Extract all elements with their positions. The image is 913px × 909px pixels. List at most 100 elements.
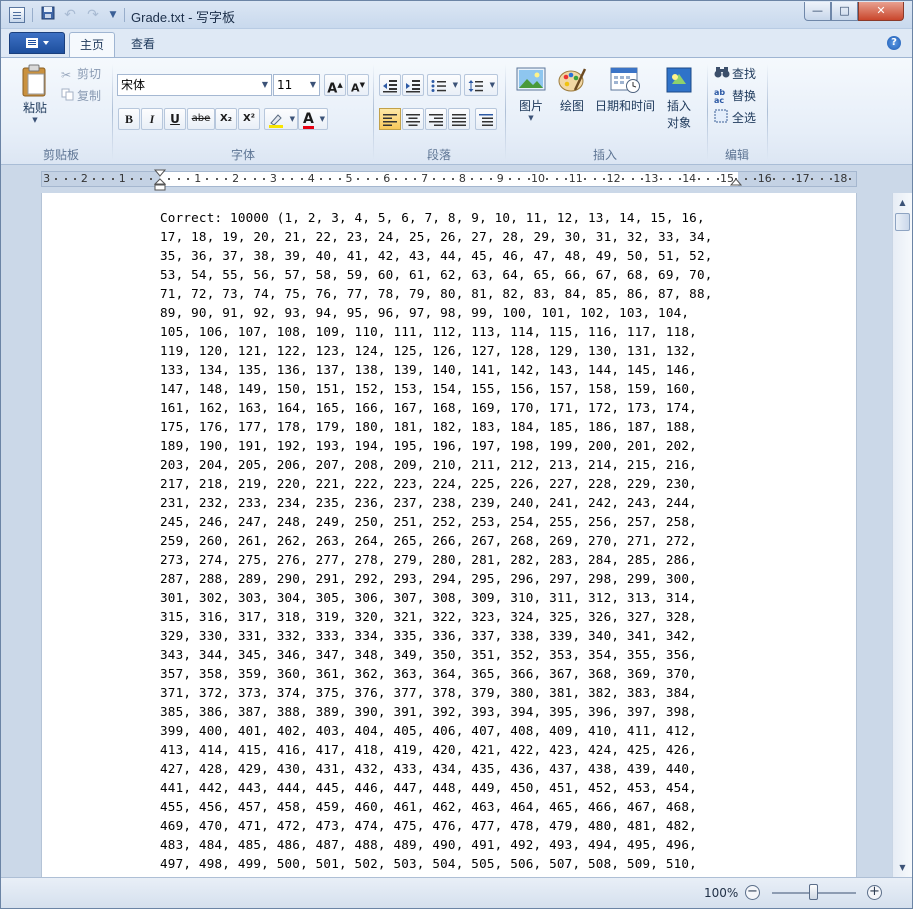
text-line[interactable]: 371, 372, 373, 374, 375, 376, 377, 378, … — [160, 683, 713, 702]
increase-indent-button[interactable] — [402, 74, 424, 96]
text-line[interactable]: 287, 288, 289, 290, 291, 292, 293, 294, … — [160, 569, 713, 588]
text-color-button[interactable]: A ▼ — [298, 108, 328, 130]
text-line[interactable]: 119, 120, 121, 122, 123, 124, 125, 126, … — [160, 341, 713, 360]
text-line[interactable]: 399, 400, 401, 402, 403, 404, 405, 406, … — [160, 721, 713, 740]
text-line[interactable]: 427, 428, 429, 430, 431, 432, 433, 434, … — [160, 759, 713, 778]
application-menu-button[interactable] — [9, 32, 65, 54]
paste-button[interactable]: 粘贴 ▼ — [17, 64, 53, 124]
ruler-tick — [130, 178, 133, 180]
cut-button[interactable]: ✂ 剪切 — [61, 64, 101, 84]
underline-button[interactable]: U — [164, 108, 186, 130]
text-line[interactable]: 53, 54, 55, 56, 57, 58, 59, 60, 61, 62, … — [160, 265, 713, 284]
help-icon[interactable]: ? — [887, 36, 901, 50]
copy-button[interactable]: 复制 — [61, 86, 101, 106]
undo-icon[interactable]: ↶ — [61, 6, 79, 24]
text-line[interactable]: 17, 18, 19, 20, 21, 22, 23, 24, 25, 26, … — [160, 227, 713, 246]
customize-quick-access-icon[interactable]: ▼ — [104, 6, 122, 24]
italic-button[interactable]: I — [141, 108, 163, 130]
text-line[interactable]: Correct: 10000 (1, 2, 3, 4, 5, 6, 7, 8, … — [160, 208, 713, 227]
font-size-combo[interactable]: 11 ▼ — [273, 74, 320, 96]
text-line[interactable]: 483, 484, 485, 486, 487, 488, 489, 490, … — [160, 835, 713, 854]
align-center-button[interactable] — [402, 108, 424, 130]
highlight-color-button[interactable]: ▼ — [264, 108, 298, 130]
maximize-button[interactable]: □ — [831, 2, 858, 21]
text-line[interactable]: 89, 90, 91, 92, 93, 94, 95, 96, 97, 98, … — [160, 303, 713, 322]
bullets-button[interactable]: ▼ — [427, 74, 461, 96]
scroll-thumb[interactable] — [895, 213, 910, 231]
find-button[interactable]: 查找 — [714, 64, 756, 84]
text-line[interactable]: 385, 386, 387, 388, 389, 390, 391, 392, … — [160, 702, 713, 721]
decrease-indent-button[interactable] — [379, 74, 401, 96]
justify-button[interactable] — [448, 108, 470, 130]
text-line[interactable]: 329, 330, 331, 332, 333, 334, 335, 336, … — [160, 626, 713, 645]
text-line[interactable]: 441, 442, 443, 444, 445, 446, 447, 448, … — [160, 778, 713, 797]
text-line[interactable]: 175, 176, 177, 178, 179, 180, 181, 182, … — [160, 417, 713, 436]
text-line[interactable]: 315, 316, 317, 318, 319, 320, 321, 322, … — [160, 607, 713, 626]
scroll-down-icon[interactable]: ▼ — [894, 859, 911, 876]
select-all-button[interactable]: 全选 — [714, 108, 756, 128]
text-line[interactable]: 203, 204, 205, 206, 207, 208, 209, 210, … — [160, 455, 713, 474]
paragraph-settings-button[interactable] — [475, 108, 497, 130]
insert-object-button[interactable]: 插入 对象 — [659, 66, 699, 131]
paint-label: 绘图 — [559, 99, 584, 113]
bold-button[interactable]: B — [118, 108, 140, 130]
font-family-combo[interactable]: 宋体 ▼ — [117, 74, 272, 96]
strikethrough-button[interactable]: abe — [187, 108, 215, 130]
shrink-font-button[interactable]: A▼ — [347, 74, 369, 96]
save-icon[interactable] — [39, 6, 57, 24]
text-line[interactable]: 469, 470, 471, 472, 473, 474, 475, 476, … — [160, 816, 713, 835]
text-line[interactable]: 413, 414, 415, 416, 417, 418, 419, 420, … — [160, 740, 713, 759]
text-line[interactable]: 217, 218, 219, 220, 221, 222, 223, 224, … — [160, 474, 713, 493]
ruler-tick — [820, 178, 823, 180]
paste-dropdown-arrow[interactable]: ▼ — [17, 116, 53, 124]
tab-home[interactable]: 主页 — [69, 32, 116, 57]
insert-object-label-1: 插入 — [666, 99, 691, 113]
date-time-button[interactable]: 日期和时间 — [593, 66, 657, 114]
chevron-down-icon: ▼ — [528, 114, 534, 122]
ruler-tick — [848, 178, 851, 180]
text-line[interactable]: 245, 246, 247, 248, 249, 250, 251, 252, … — [160, 512, 713, 531]
line-spacing-button[interactable]: ▼ — [464, 74, 498, 96]
picture-button[interactable]: 图片 ▼ — [511, 66, 551, 122]
subscript-button[interactable]: X₂ — [215, 108, 237, 130]
text-line[interactable]: 455, 456, 457, 458, 459, 460, 461, 462, … — [160, 797, 713, 816]
text-line[interactable]: 105, 106, 107, 108, 109, 110, 111, 112, … — [160, 322, 713, 341]
vertical-scrollbar[interactable]: ▲ ▼ — [892, 193, 912, 877]
text-line[interactable]: 497, 498, 499, 500, 501, 502, 503, 504, … — [160, 854, 713, 873]
superscript-button[interactable]: X² — [238, 108, 260, 130]
text-line[interactable]: 71, 72, 73, 74, 75, 76, 77, 78, 79, 80, … — [160, 284, 713, 303]
minimize-button[interactable]: — — [804, 2, 831, 21]
text-line[interactable]: 147, 148, 149, 150, 151, 152, 153, 154, … — [160, 379, 713, 398]
paint-drawing-button[interactable]: 绘图 — [554, 66, 590, 114]
ruler-tick — [291, 178, 294, 180]
text-line[interactable]: 161, 162, 163, 164, 165, 166, 167, 168, … — [160, 398, 713, 417]
right-indent-marker-icon[interactable] — [730, 176, 742, 188]
text-line[interactable]: 301, 302, 303, 304, 305, 306, 307, 308, … — [160, 588, 713, 607]
document-page[interactable]: Correct: 10000 (1, 2, 3, 4, 5, 6, 7, 8, … — [41, 193, 857, 877]
text-line[interactable]: 273, 274, 275, 276, 277, 278, 279, 280, … — [160, 550, 713, 569]
text-line[interactable]: 231, 232, 233, 234, 235, 236, 237, 238, … — [160, 493, 713, 512]
document-text[interactable]: Correct: 10000 (1, 2, 3, 4, 5, 6, 7, 8, … — [160, 208, 713, 873]
text-line[interactable]: 189, 190, 191, 192, 193, 194, 195, 196, … — [160, 436, 713, 455]
grow-font-button[interactable]: A▲ — [324, 74, 346, 96]
align-right-button[interactable] — [425, 108, 447, 130]
ruler-tick — [631, 178, 634, 180]
text-line[interactable]: 259, 260, 261, 262, 263, 264, 265, 266, … — [160, 531, 713, 550]
increase-indent-icon — [406, 79, 420, 92]
zoom-slider-thumb[interactable] — [809, 884, 818, 900]
zoom-out-icon[interactable]: − — [745, 885, 760, 900]
indent-marker-icon[interactable] — [154, 169, 166, 191]
replace-button[interactable]: ab ac 替换 — [714, 86, 756, 106]
close-button[interactable]: ✕ — [858, 2, 904, 21]
text-line[interactable]: 133, 134, 135, 136, 137, 138, 139, 140, … — [160, 360, 713, 379]
text-line[interactable]: 357, 358, 359, 360, 361, 362, 363, 364, … — [160, 664, 713, 683]
scroll-up-icon[interactable]: ▲ — [894, 194, 911, 211]
text-line[interactable]: 35, 36, 37, 38, 39, 40, 41, 42, 43, 44, … — [160, 246, 713, 265]
tab-view[interactable]: 查看 — [121, 32, 165, 57]
align-left-button[interactable] — [379, 108, 401, 130]
text-line[interactable]: 343, 344, 345, 346, 347, 348, 349, 350, … — [160, 645, 713, 664]
insert-group-label: 插入 — [592, 148, 617, 162]
wordpad-app-icon[interactable] — [9, 7, 25, 23]
redo-icon[interactable]: ↷ — [84, 6, 102, 24]
zoom-in-icon[interactable]: + — [867, 885, 882, 900]
